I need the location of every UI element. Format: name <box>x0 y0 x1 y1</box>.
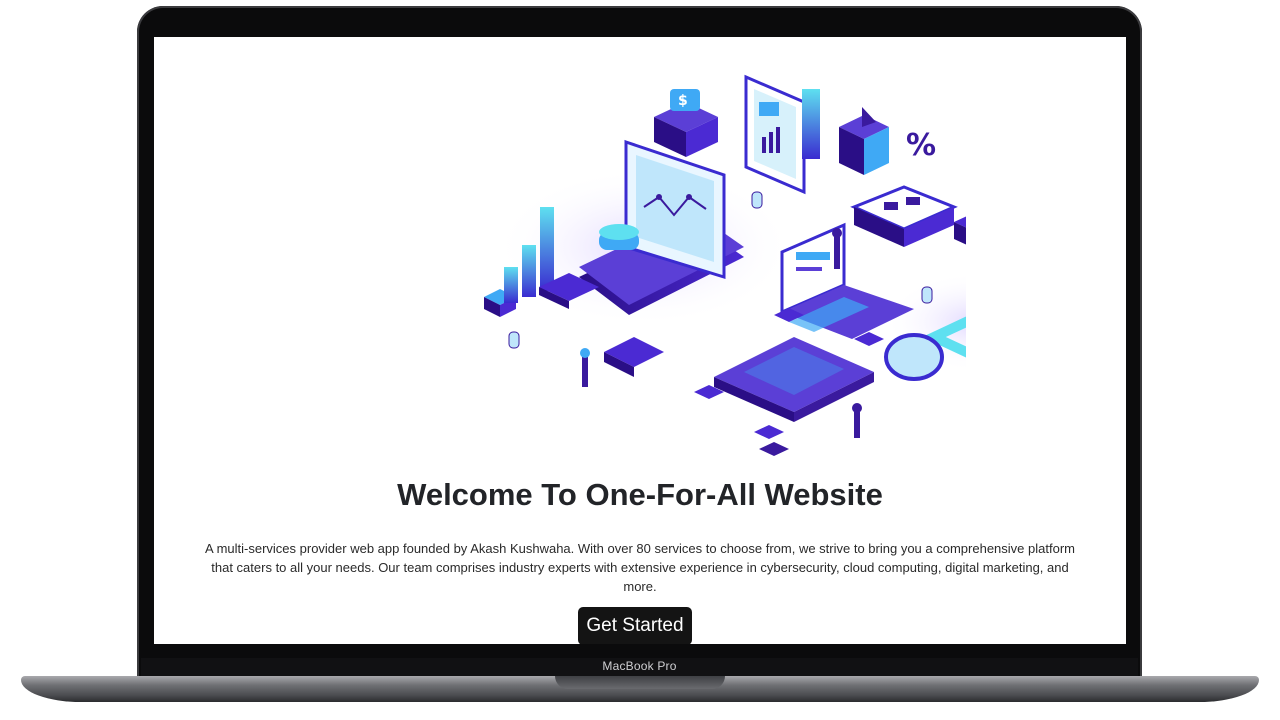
tablet-graphic <box>744 74 806 195</box>
hero-description: A multi-services provider web app founde… <box>205 541 1075 594</box>
laptop-notch <box>555 676 725 689</box>
device-label: MacBook Pro <box>602 659 677 673</box>
percent-symbol: % <box>906 128 936 163</box>
page-title: Welcome To One-For-All Website <box>397 477 883 512</box>
analytics-blocks-graphic: % <box>802 89 936 175</box>
browser-viewport: $ % Welcome To One-For-All Website A mul… <box>154 37 1126 644</box>
laptop-chin: MacBook Pro <box>141 658 1138 676</box>
server-stack-graphic: $ <box>654 89 718 157</box>
get-started-button[interactable]: Get Started <box>578 607 692 644</box>
hero-illustration: $ % <box>484 74 966 456</box>
grid-platform-graphic <box>850 185 958 247</box>
dollar-symbol: $ <box>678 93 688 109</box>
